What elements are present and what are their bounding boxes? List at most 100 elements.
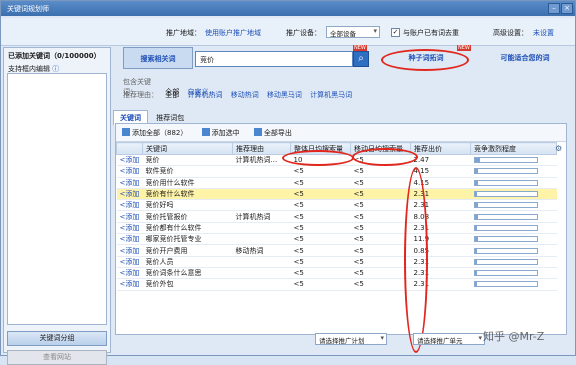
add-selected-button[interactable]: 添加选中 bbox=[201, 128, 240, 137]
table-row[interactable]: <添加 竞价好吗 <5 <5 2.31 bbox=[116, 199, 557, 212]
table-row[interactable]: <添加 竞价外包 <5 <5 2.31 bbox=[116, 278, 557, 291]
help-icon[interactable]: ⓘ bbox=[52, 65, 59, 73]
added-keywords-textarea[interactable] bbox=[7, 73, 107, 325]
reason-cell bbox=[232, 188, 291, 201]
competition-cell bbox=[470, 233, 557, 246]
add-link[interactable]: <添加 bbox=[116, 154, 143, 167]
export-all-button[interactable]: 全部导出 bbox=[253, 128, 292, 137]
table-row[interactable]: <添加 竞价都有什么软件 <5 <5 2.31 bbox=[116, 222, 557, 235]
reason-mobile-hot[interactable]: 移动热词 bbox=[231, 91, 259, 99]
gear-icon[interactable]: ⚙ bbox=[555, 144, 564, 155]
table-row[interactable]: <添加 哪家竞价托管专业 <5 <5 11.9 bbox=[116, 233, 557, 246]
reason-cell bbox=[232, 222, 291, 235]
dedup-label: 与账户已有词去重 bbox=[403, 29, 459, 37]
reason-cell bbox=[232, 256, 291, 268]
add-link[interactable]: <添加 bbox=[116, 267, 143, 280]
table-row[interactable]: <添加 软件竞价 <5 <5 4.15 bbox=[116, 165, 557, 178]
competition-bar-fill bbox=[474, 271, 477, 276]
minimize-icon[interactable]: – bbox=[548, 3, 560, 14]
total-search-cell: <5 bbox=[290, 177, 351, 189]
search-icon[interactable]: ⌕ bbox=[353, 51, 369, 67]
advanced-link[interactable]: 未设置 bbox=[533, 28, 554, 38]
reason-cell: 移动热词 bbox=[232, 244, 291, 257]
competition-bar-fill bbox=[474, 158, 480, 163]
add-link[interactable]: <添加 bbox=[116, 199, 143, 212]
add-selected-icon bbox=[201, 128, 210, 136]
annotation-circle bbox=[381, 49, 469, 71]
competition-cell bbox=[470, 210, 557, 223]
add-link[interactable]: <添加 bbox=[116, 244, 143, 257]
table-row[interactable]: <添加 竞价用什么软件 <5 <5 4.15 bbox=[116, 177, 557, 189]
reason-cell bbox=[232, 199, 291, 212]
table-row[interactable]: <添加 竞价词条什么意思 <5 <5 2.31 bbox=[116, 267, 557, 280]
add-all-button[interactable]: 添加全部（882） bbox=[122, 128, 187, 137]
add-link[interactable]: <添加 bbox=[116, 177, 143, 189]
add-link[interactable]: <添加 bbox=[116, 210, 143, 223]
filters: 包含关键词： 全部 自定义 推荐理由： 全部 计算机热词 移动热词 移动黑马词 … bbox=[123, 77, 358, 103]
new-badge-seed: NEW bbox=[457, 45, 471, 51]
device-select[interactable]: 全部设备 bbox=[326, 26, 380, 38]
table-row[interactable]: <添加 竞价托管报价 计算机热词 <5 <5 8.08 bbox=[116, 210, 557, 223]
promo-region-link[interactable]: 使用账户推广地域 bbox=[205, 28, 261, 38]
col-reason[interactable]: 推荐理由 bbox=[232, 142, 291, 155]
keyword-cell: 竞价有什么软件 bbox=[142, 188, 233, 201]
competition-bar bbox=[473, 281, 538, 288]
competition-bar-fill bbox=[474, 259, 477, 264]
watermark: 知乎 @Mr-Z bbox=[483, 330, 545, 343]
competition-bar bbox=[473, 270, 538, 277]
competition-bar bbox=[473, 157, 538, 164]
col-competition[interactable]: 竞争激烈程度 bbox=[470, 142, 557, 155]
add-link[interactable]: <添加 bbox=[116, 233, 143, 246]
competition-bar-fill bbox=[474, 180, 478, 185]
reason-pc-hot[interactable]: 计算机热词 bbox=[187, 91, 222, 99]
mobile-search-cell: <5 bbox=[350, 188, 411, 201]
reason-all[interactable]: 全部 bbox=[165, 91, 179, 99]
export-icon bbox=[253, 128, 262, 136]
add-link[interactable]: <添加 bbox=[116, 165, 143, 178]
device-select-value: 全部设备 bbox=[330, 30, 356, 38]
add-link[interactable]: <添加 bbox=[116, 256, 143, 268]
competition-cell bbox=[470, 165, 557, 178]
keyword-cell: 竞价托管报价 bbox=[142, 210, 233, 223]
close-icon[interactable]: × bbox=[561, 3, 573, 14]
add-link[interactable]: <添加 bbox=[116, 222, 143, 235]
reason-cell bbox=[232, 233, 291, 246]
competition-cell bbox=[470, 278, 557, 291]
unit-select[interactable]: 请选择推广单元 bbox=[413, 333, 485, 345]
add-link[interactable]: <添加 bbox=[116, 188, 143, 201]
keyword-group-button[interactable]: 关键词分组 bbox=[7, 331, 107, 346]
reason-cell bbox=[232, 278, 291, 291]
reason-mobile-darkhorse[interactable]: 移动黑马词 bbox=[267, 91, 302, 99]
tab-search-related[interactable]: 搜索相关词 bbox=[123, 47, 193, 69]
add-link[interactable]: <添加 bbox=[116, 278, 143, 291]
keyword-cell: 竞价开户费用 bbox=[142, 244, 233, 257]
reason-pc-darkhorse[interactable]: 计算机黑马词 bbox=[310, 91, 352, 99]
title-bar: 关键词规划师 – × bbox=[1, 1, 575, 16]
competition-bar bbox=[473, 247, 538, 254]
table-row[interactable]: <添加 竞价有什么软件 <5 <5 2.31 bbox=[116, 188, 557, 201]
mobile-search-cell: <5 bbox=[350, 165, 411, 178]
table-row[interactable]: <添加 竞价开户费用 移动热词 <5 <5 0.85 bbox=[116, 244, 557, 257]
col-bid[interactable]: 推荐出价 bbox=[410, 142, 471, 155]
table-row[interactable]: <添加 竞价人员 <5 <5 2.31 bbox=[116, 256, 557, 268]
competition-cell bbox=[470, 177, 557, 189]
keyword-cell: 竞价都有什么软件 bbox=[142, 222, 233, 235]
keyword-search-input[interactable]: 竞价 bbox=[195, 51, 353, 67]
tab-suggested[interactable]: 可能适合您的词 bbox=[481, 47, 569, 69]
dedup-checkbox[interactable]: ✓ bbox=[391, 28, 400, 37]
bid-cell: 2.47 bbox=[410, 154, 471, 167]
annotation-circle-total bbox=[282, 150, 354, 166]
competition-bar-fill bbox=[474, 192, 477, 197]
mobile-search-cell: <5 bbox=[350, 278, 411, 291]
export-all-label: 全部导出 bbox=[263, 129, 292, 137]
competition-bar-fill bbox=[474, 248, 477, 253]
col-add bbox=[116, 142, 143, 155]
view-site-button[interactable]: 查看网站 bbox=[7, 350, 107, 365]
competition-cell bbox=[470, 188, 557, 201]
mobile-search-cell: <5 bbox=[350, 210, 411, 223]
col-keyword[interactable]: 关键词 bbox=[142, 142, 233, 155]
promo-region-label: 推广地域： bbox=[166, 29, 201, 37]
reason-filter-row: 推荐理由： 全部 计算机热词 移动热词 移动黑马词 计算机黑马词 bbox=[123, 90, 358, 103]
window-title: 关键词规划师 bbox=[7, 5, 49, 13]
plan-select[interactable]: 请选择推广计划 bbox=[315, 333, 387, 345]
